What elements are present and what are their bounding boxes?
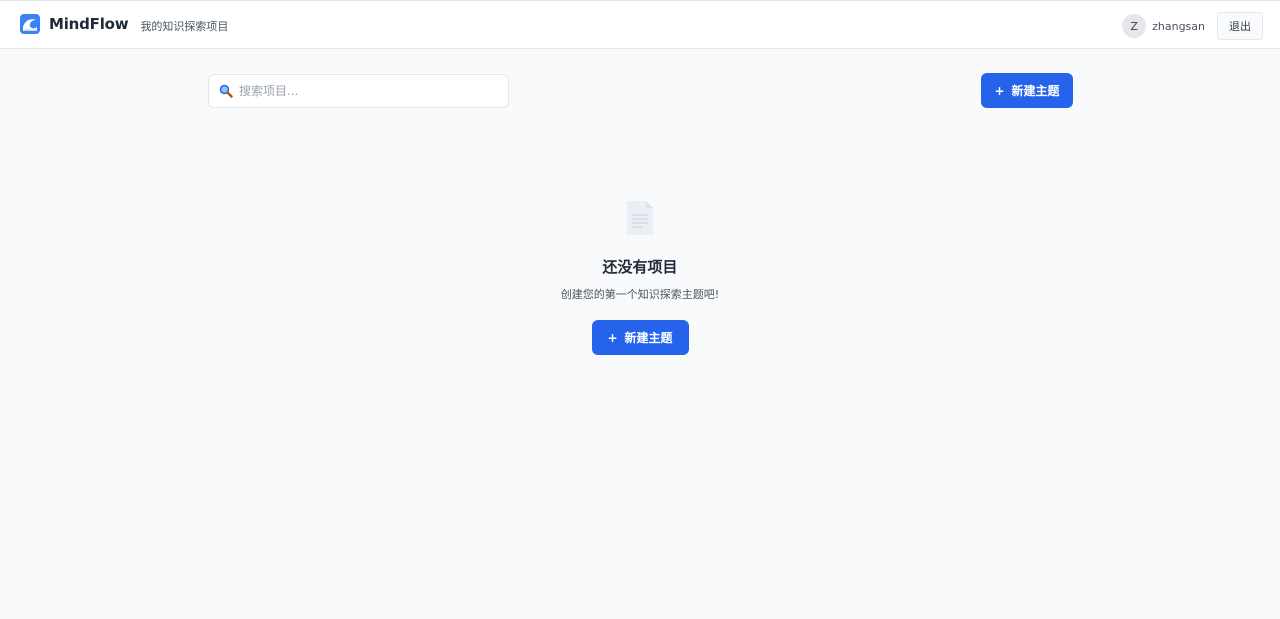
search-box[interactable] bbox=[208, 74, 509, 108]
app-name: MindFlow bbox=[49, 15, 129, 33]
search-input[interactable] bbox=[239, 84, 499, 98]
magnifier-icon bbox=[219, 84, 233, 98]
username: zhangsan bbox=[1152, 19, 1205, 33]
plus-icon: + bbox=[994, 83, 1005, 98]
empty-state-title: 还没有项目 bbox=[602, 258, 678, 276]
new-topic-button[interactable]: + 新建主题 bbox=[981, 73, 1073, 108]
empty-state-description: 创建您的第一个知识探索主题吧! bbox=[560, 288, 720, 301]
empty-state-button-label: 新建主题 bbox=[624, 331, 673, 345]
plus-icon: + bbox=[607, 330, 618, 345]
empty-state: 还没有项目 创建您的第一个知识探索主题吧! + 新建主题 bbox=[0, 200, 1280, 355]
empty-state-new-topic-button[interactable]: + 新建主题 bbox=[591, 320, 689, 355]
logout-button[interactable]: 退出 bbox=[1217, 12, 1263, 40]
wave-logo-icon bbox=[20, 14, 40, 34]
document-icon bbox=[627, 201, 653, 235]
avatar[interactable]: Z bbox=[1122, 14, 1147, 38]
top-navbar: MindFlow 我的知识探索项目 Z zhangsan 退出 bbox=[0, 0, 1280, 49]
page-subtitle: 我的知识探索项目 bbox=[140, 20, 229, 33]
user-area: Z zhangsan 退出 bbox=[1122, 12, 1263, 40]
new-topic-button-label: 新建主题 bbox=[1011, 84, 1060, 98]
brand[interactable]: MindFlow 我的知识探索项目 bbox=[20, 14, 228, 34]
